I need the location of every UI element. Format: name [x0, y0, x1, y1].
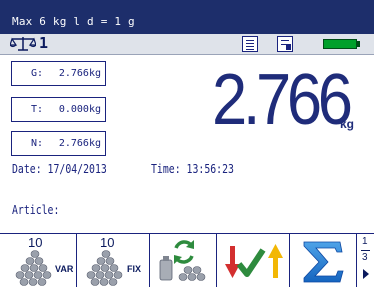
status-bar: 1	[0, 34, 374, 55]
article-text: Article:	[12, 203, 60, 217]
down-check-up-icon	[225, 244, 283, 278]
battery-icon	[323, 39, 357, 49]
battery-tip	[357, 41, 360, 47]
scale-number: 1	[39, 34, 49, 52]
pager-total: 3	[362, 252, 368, 263]
softkey-bar: 10 VAR 10 FIX 1 3	[0, 233, 374, 287]
header-bar: Max 6 kg l d = 1 g	[0, 0, 374, 34]
pile-fix-icon	[86, 250, 123, 286]
pager-divider	[361, 250, 370, 251]
tare-label: T:	[31, 104, 44, 115]
sigma-icon	[303, 241, 344, 283]
var-label: VAR	[55, 264, 74, 274]
weight-unit: kg	[340, 117, 355, 131]
softkey-fix[interactable]: 10 FIX	[77, 234, 150, 287]
time-text: Time: 13:56:23	[151, 162, 234, 176]
pile-var-icon	[15, 250, 52, 286]
page-next-icon	[363, 269, 369, 279]
scale-icon	[10, 37, 36, 51]
fix-label: FIX	[127, 264, 142, 274]
softkey-refresh[interactable]	[150, 234, 217, 287]
net-label: N:	[31, 138, 44, 149]
softkey-pager[interactable]: 1 3	[357, 234, 374, 287]
softkey-transfer[interactable]	[217, 234, 290, 287]
softkey-var[interactable]: 10 VAR	[0, 234, 77, 287]
net-value: 2.766kg	[58, 138, 101, 149]
tare-weight-box: T: 0.000kg	[11, 97, 106, 122]
gross-weight-box: G: 2.766kg	[11, 61, 106, 86]
document-icon[interactable]	[277, 36, 293, 52]
gross-value: 2.766kg	[58, 68, 101, 79]
gross-label: G:	[31, 68, 44, 79]
weight-display: 2.766	[212, 60, 353, 140]
capacity-text: Max 6 kg l d = 1 g	[12, 15, 135, 28]
tare-value: 0.000kg	[58, 104, 101, 115]
list-icon[interactable]	[242, 36, 258, 52]
pager-current: 1	[362, 236, 368, 247]
softkey-sum[interactable]	[290, 234, 357, 287]
date-text: Date: 17/04/2013	[12, 162, 107, 176]
refresh-weights-icon	[159, 240, 206, 281]
net-weight-box: N: 2.766kg	[11, 131, 106, 156]
